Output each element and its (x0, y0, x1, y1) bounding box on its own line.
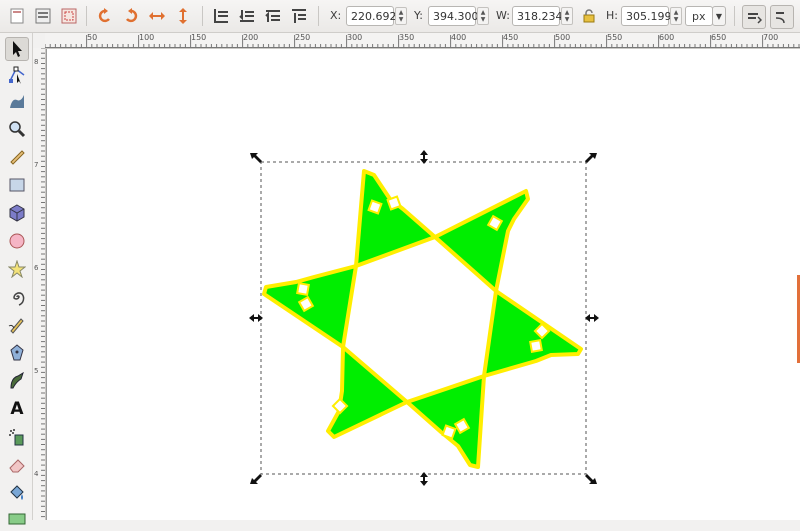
ruler-label-700: 700 (763, 33, 779, 42)
x-spinner[interactable]: ▲ ▼ (395, 7, 407, 25)
spray-tool-icon[interactable] (5, 425, 29, 449)
calligraphy-tool-icon[interactable] (5, 369, 29, 393)
handle-bottom-left[interactable] (250, 474, 262, 484)
star-shape[interactable] (262, 169, 583, 469)
node-tool-icon[interactable] (5, 63, 29, 87)
star-point-bottom[interactable] (405, 374, 486, 469)
ruler-label-150: 150 (191, 33, 207, 42)
ruler-label-200: 200 (243, 33, 259, 42)
h-label: H: (606, 9, 618, 22)
vruler-label-5: 5 (34, 367, 39, 375)
select-all-layers-icon[interactable] (32, 5, 54, 27)
y-field[interactable]: 394.300 (428, 6, 479, 26)
canvas-drawing (249, 150, 599, 486)
ruler-label-250: 250 (295, 33, 311, 42)
star-point-lower-left[interactable] (326, 345, 409, 439)
unit-dropdown-arrow[interactable]: ▼ (712, 6, 726, 26)
rotate-ccw-icon[interactable] (94, 5, 116, 27)
tool-controls-bar: X: 220.692 ▲ ▼ Y: 394.300 ▲ ▼ W: 318.234 ▲… (0, 0, 800, 33)
star-point-top[interactable] (354, 169, 437, 268)
flip-horizontal-icon[interactable] (146, 5, 168, 27)
ellipse-tool-icon[interactable] (5, 229, 29, 253)
selector-tool-icon[interactable] (5, 37, 29, 61)
raise-icon[interactable] (262, 5, 284, 27)
text-tool-icon[interactable]: A (5, 397, 29, 421)
tweak-tool-icon[interactable] (5, 89, 29, 113)
vruler-label-6: 6 (34, 264, 39, 272)
handle-top-left[interactable] (250, 153, 262, 163)
star-point-upper-right[interactable] (433, 189, 530, 293)
gradient-tool-icon[interactable] (5, 507, 29, 531)
handle-bottom-middle[interactable] (420, 472, 428, 486)
vertical-ruler: 8 7 6 5 4 (33, 48, 46, 520)
measure-tool-icon[interactable] (5, 145, 29, 169)
raise-to-top-icon[interactable] (288, 5, 310, 27)
handle-top-right[interactable] (585, 153, 597, 163)
horizontal-ruler: 50 100 150 200 250 300 350 400 450 500 5… (45, 33, 800, 49)
unit-select[interactable]: px (685, 6, 713, 26)
transform-rounded-corners-icon[interactable] (770, 5, 794, 29)
deselect-icon[interactable] (58, 5, 80, 27)
drawing-canvas[interactable] (46, 49, 800, 520)
vruler-label-8: 8 (34, 58, 39, 66)
3d-box-tool-icon[interactable] (5, 201, 29, 225)
zoom-tool-icon[interactable] (5, 117, 29, 141)
lower-to-bottom-icon[interactable] (210, 5, 232, 27)
h-spinner[interactable]: ▲ ▼ (670, 7, 682, 25)
y-label: Y: (414, 9, 423, 22)
spiral-tool-icon[interactable] (5, 285, 29, 309)
ruler-label-400: 400 (451, 33, 467, 42)
x-field[interactable]: 220.692 (346, 6, 397, 26)
handle-right-middle[interactable] (585, 314, 599, 322)
star-point-right[interactable] (482, 289, 583, 378)
transform-scale-stroke-icon[interactable] (742, 5, 766, 29)
lock-ratio-icon[interactable] (578, 5, 600, 27)
paint-bucket-tool-icon[interactable] (5, 481, 29, 505)
w-field[interactable]: 318.234 (512, 6, 563, 26)
toolbox: A (0, 33, 33, 525)
handle-bottom-right[interactable] (585, 474, 597, 484)
ruler-label-300: 300 (347, 33, 363, 42)
x-label: X: (330, 9, 342, 22)
ruler-label-600: 600 (659, 33, 675, 42)
pen-tool-icon[interactable] (5, 341, 29, 365)
lower-icon[interactable] (236, 5, 258, 27)
rectangle-tool-icon[interactable] (5, 173, 29, 197)
ruler-label-100: 100 (139, 33, 155, 42)
rotate-cw-icon[interactable] (120, 5, 142, 27)
y-spinner[interactable]: ▲ ▼ (477, 7, 489, 25)
h-field[interactable]: 305.199 (621, 6, 672, 26)
handle-left-middle[interactable] (249, 314, 263, 322)
select-all-icon[interactable] (6, 5, 28, 27)
ruler-label-450: 450 (503, 33, 519, 42)
pencil-tool-icon[interactable] (5, 313, 29, 337)
ruler-label-650: 650 (711, 33, 727, 42)
ruler-label-550: 550 (607, 33, 623, 42)
eraser-tool-icon[interactable] (5, 453, 29, 477)
vruler-label-4: 4 (34, 470, 39, 478)
ruler-label-500: 500 (555, 33, 571, 42)
star-tool-icon[interactable] (5, 257, 29, 281)
handle-top-middle[interactable] (420, 150, 428, 164)
ruler-label-50: 50 (87, 33, 98, 42)
text-tool-glyph: A (10, 399, 24, 419)
flip-vertical-icon[interactable] (172, 5, 194, 27)
vruler-label-7: 7 (34, 161, 39, 169)
w-spinner[interactable]: ▲ ▼ (561, 7, 573, 25)
w-label: W: (496, 9, 510, 22)
ruler-label-350: 350 (399, 33, 415, 42)
